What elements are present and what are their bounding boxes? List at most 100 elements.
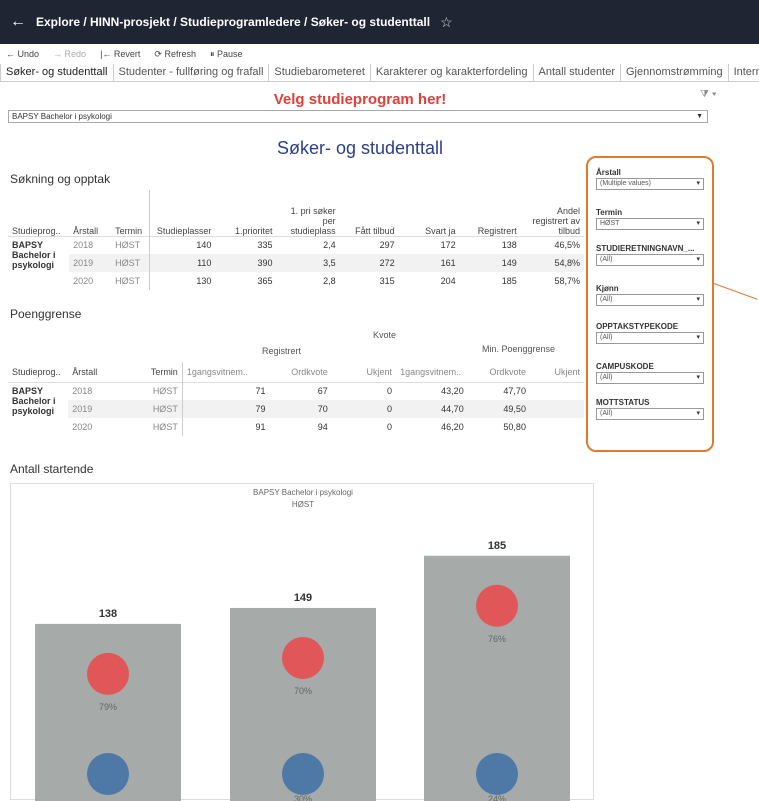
red-dot (282, 636, 324, 679)
cell: 54,8% (554, 258, 580, 268)
breadcrumb[interactable]: Explore / HINN-prosjekt / Studieprograml… (36, 15, 430, 29)
filter-dropdown[interactable]: (Multiple values) ▾ (596, 178, 704, 190)
filter-studieretning: STUDIERETNINGNAVN_... (All) ▾ (596, 244, 704, 266)
blue-dot (87, 753, 129, 795)
filter-arstall: Årstall (Multiple values) ▾ (596, 168, 704, 190)
cell: 185 (501, 276, 517, 286)
refresh-label: Refresh (164, 48, 196, 59)
blue-dot (476, 753, 518, 795)
red-dot (476, 584, 518, 627)
cell: 0 (331, 381, 397, 400)
filter-dropdown[interactable]: (All) ▾ (596, 372, 704, 384)
tab-bar: Søker- og studenttall Studenter - fullfø… (0, 64, 759, 82)
cell: 79 (181, 400, 270, 418)
tab-fullforing[interactable]: Studenter - fullføring og frafall (114, 64, 270, 81)
filter-value: (Multiple values) (600, 180, 651, 187)
filter-dropdown[interactable]: (All) ▾ (596, 408, 704, 420)
tab-soker[interactable]: Søker- og studenttall (0, 64, 114, 81)
filter-opptakstype: OPPTAKSTYPEKODE (All) ▾ (596, 322, 704, 344)
cell: 2,8 (323, 276, 336, 286)
cell: 2019 (72, 404, 93, 414)
undo-button[interactable]: ← Undo (6, 49, 39, 59)
table-row: 2019 HØST 110 390 3,5 272 161 149 54,8% (8, 254, 584, 272)
col-header: 1gangsvitnem.. (181, 362, 270, 382)
chevron-down-icon: ▾ (696, 220, 700, 227)
cell: 2,4 (276, 235, 340, 254)
min-poeng-header: Min. Poenggrense (482, 344, 556, 354)
program-select[interactable]: BAPSY Bachelor i psykologi ▼ (8, 110, 708, 123)
col-header: Svart ja (425, 225, 456, 236)
col-header: Fått tilbud (355, 225, 395, 236)
filter-label: OPPTAKSTYPEKODE (596, 322, 679, 331)
filter-dropdown[interactable]: (All) ▾ (596, 254, 704, 266)
cell: 46,5% (520, 235, 584, 254)
chevron-down-icon: ▾ (696, 374, 700, 381)
col-header: Termin (150, 366, 178, 377)
refresh-button[interactable]: ⟳ Refresh (154, 49, 196, 60)
cell: 49,50 (503, 404, 526, 414)
tab-intern-rekruttering[interactable]: Intern rekrutter (729, 64, 759, 81)
bar-value-label: 185 (488, 540, 506, 552)
chevron-down-icon: ▾ (696, 410, 700, 417)
cell: 204 (440, 276, 456, 286)
col-header: Registrert (477, 225, 517, 236)
tab-studiebarometeret[interactable]: Studiebarometeret (269, 64, 371, 81)
bar-value-label: 138 (99, 608, 117, 620)
favorite-star-icon[interactable]: ☆ (440, 14, 453, 31)
col-header: Årstall (73, 225, 99, 236)
cell: 272 (379, 258, 395, 268)
cell: 335 (215, 235, 277, 254)
cell: 43,20 (396, 381, 468, 400)
filter-kjonn: Kjønn (All) ▾ (596, 284, 704, 306)
cell: 94 (317, 422, 328, 432)
blue-dot (282, 753, 324, 795)
pause-button[interactable]: ⏸ Pause (210, 49, 243, 60)
filter-mottstatus: MOTTSTATUS (All) ▾ (596, 398, 704, 420)
filter-dropdown[interactable]: (All) ▾ (596, 294, 704, 306)
sokning-heading: Søkning og opptak (10, 172, 111, 186)
toolbar: ← Undo → Redo |← Revert ⟳ Refresh ⏸ Paus… (0, 44, 759, 64)
col-header: Ukjent (554, 366, 580, 377)
filter-label: Årstall (596, 168, 621, 177)
col-header: Ukjent (366, 366, 393, 377)
redo-button[interactable]: → Redo (53, 49, 86, 59)
filter-label: MOTTSTATUS (596, 398, 650, 407)
cell: 2019 (73, 258, 94, 268)
filter-label: Kjønn (596, 284, 619, 293)
cell: 0 (387, 404, 393, 414)
cell: 2020 (73, 276, 94, 286)
filter-campus: CAMPUSKODE (All) ▾ (596, 362, 704, 384)
col-header: Ordkvote (489, 366, 526, 377)
table-row: BAPSY Bachelor i psykologi 2018 HØST 140… (8, 235, 584, 290)
filter-value: (All) (600, 296, 613, 303)
filter-icon[interactable]: ⧩ ▾ (700, 89, 717, 100)
cell: 138 (459, 235, 521, 254)
cell: 140 (148, 235, 216, 254)
tab-gjennomstromming[interactable]: Gjennomstrømming (621, 64, 729, 81)
cell: 0 (387, 422, 393, 432)
registrert-header: Registrert (262, 346, 302, 356)
filter-value: (All) (600, 256, 613, 263)
back-arrow-icon[interactable]: ← (10, 13, 26, 31)
tab-karakterer[interactable]: Karakterer og karakterfordeling (371, 64, 534, 81)
filter-dropdown[interactable]: HØST ▾ (596, 218, 704, 230)
chevron-down-icon: ▼ (696, 113, 703, 120)
col-header: Andel registrert av tilbud (532, 205, 580, 236)
cell: 2020 (72, 422, 93, 432)
bar-chart: 13879%14970%30%18576%24% (35, 540, 570, 801)
chevron-down-icon: ▾ (696, 180, 700, 187)
filter-panel: Årstall (Multiple values) ▾ Termin HØST ▾ … (586, 156, 714, 452)
filter-dropdown[interactable]: (All) ▾ (596, 332, 704, 344)
cell: 149 (501, 258, 517, 268)
sokning-table: Studieprog.. Årstall Termin Studieplasse… (8, 190, 584, 290)
top-bar: ← Explore / HINN-prosjekt / Studieprogra… (0, 0, 759, 44)
cell: 44,70 (441, 404, 464, 414)
chevron-down-icon: ▾ (696, 296, 700, 303)
filter-value: (All) (600, 374, 613, 381)
table-row: 2020 HØST 130 365 2,8 315 204 185 58,7% (8, 272, 584, 290)
cell: HØST (152, 404, 178, 414)
chart-heading: Antall startende (10, 462, 94, 476)
revert-button[interactable]: |← Revert (100, 49, 140, 59)
tab-antall-studenter[interactable]: Antall studenter (534, 64, 621, 81)
filter-label: STUDIERETNINGNAVN_... (596, 244, 695, 253)
